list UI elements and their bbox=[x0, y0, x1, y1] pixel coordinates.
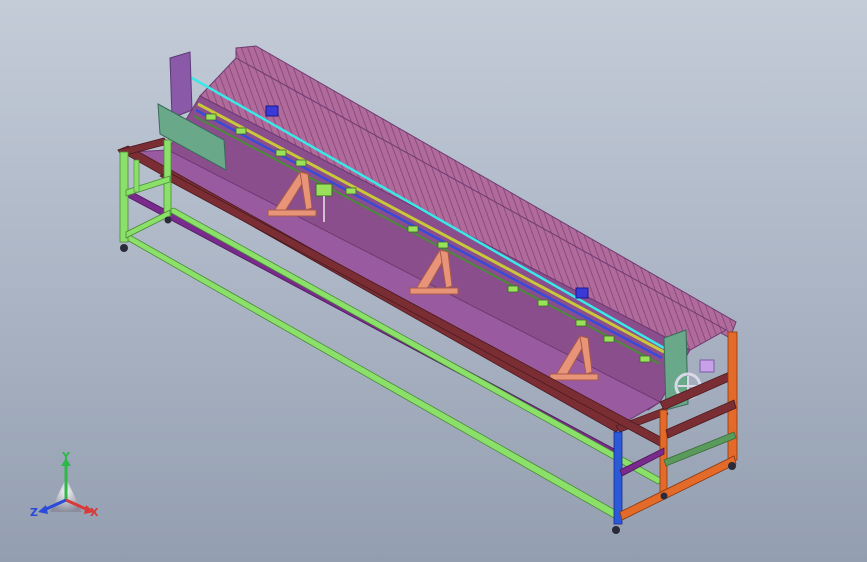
left-end-plate bbox=[169, 51, 193, 119]
cad-viewport[interactable]: Y X Z bbox=[0, 0, 867, 562]
right-bracket bbox=[699, 359, 715, 373]
x-axis-label: X bbox=[90, 506, 99, 519]
y-axis-label: Y bbox=[61, 450, 71, 463]
right-front-leg bbox=[613, 431, 623, 525]
carriage bbox=[315, 183, 333, 197]
z-axis-arrow-icon bbox=[38, 505, 48, 514]
motor-2 bbox=[575, 287, 589, 299]
left-end-bottom bbox=[125, 209, 171, 239]
caster-4 bbox=[660, 492, 668, 500]
left-end-cross bbox=[125, 175, 171, 197]
left-inner-post bbox=[133, 159, 140, 193]
caster-2 bbox=[164, 216, 172, 224]
z-axis-label: Z bbox=[30, 506, 38, 519]
machine-model[interactable] bbox=[0, 0, 867, 562]
orientation-triad[interactable]: Y X Z bbox=[26, 450, 106, 530]
caster-3 bbox=[612, 526, 620, 534]
caster-1 bbox=[120, 244, 128, 252]
motor-1 bbox=[265, 105, 279, 117]
caster-5 bbox=[728, 462, 736, 470]
left-front-leg bbox=[119, 151, 129, 243]
